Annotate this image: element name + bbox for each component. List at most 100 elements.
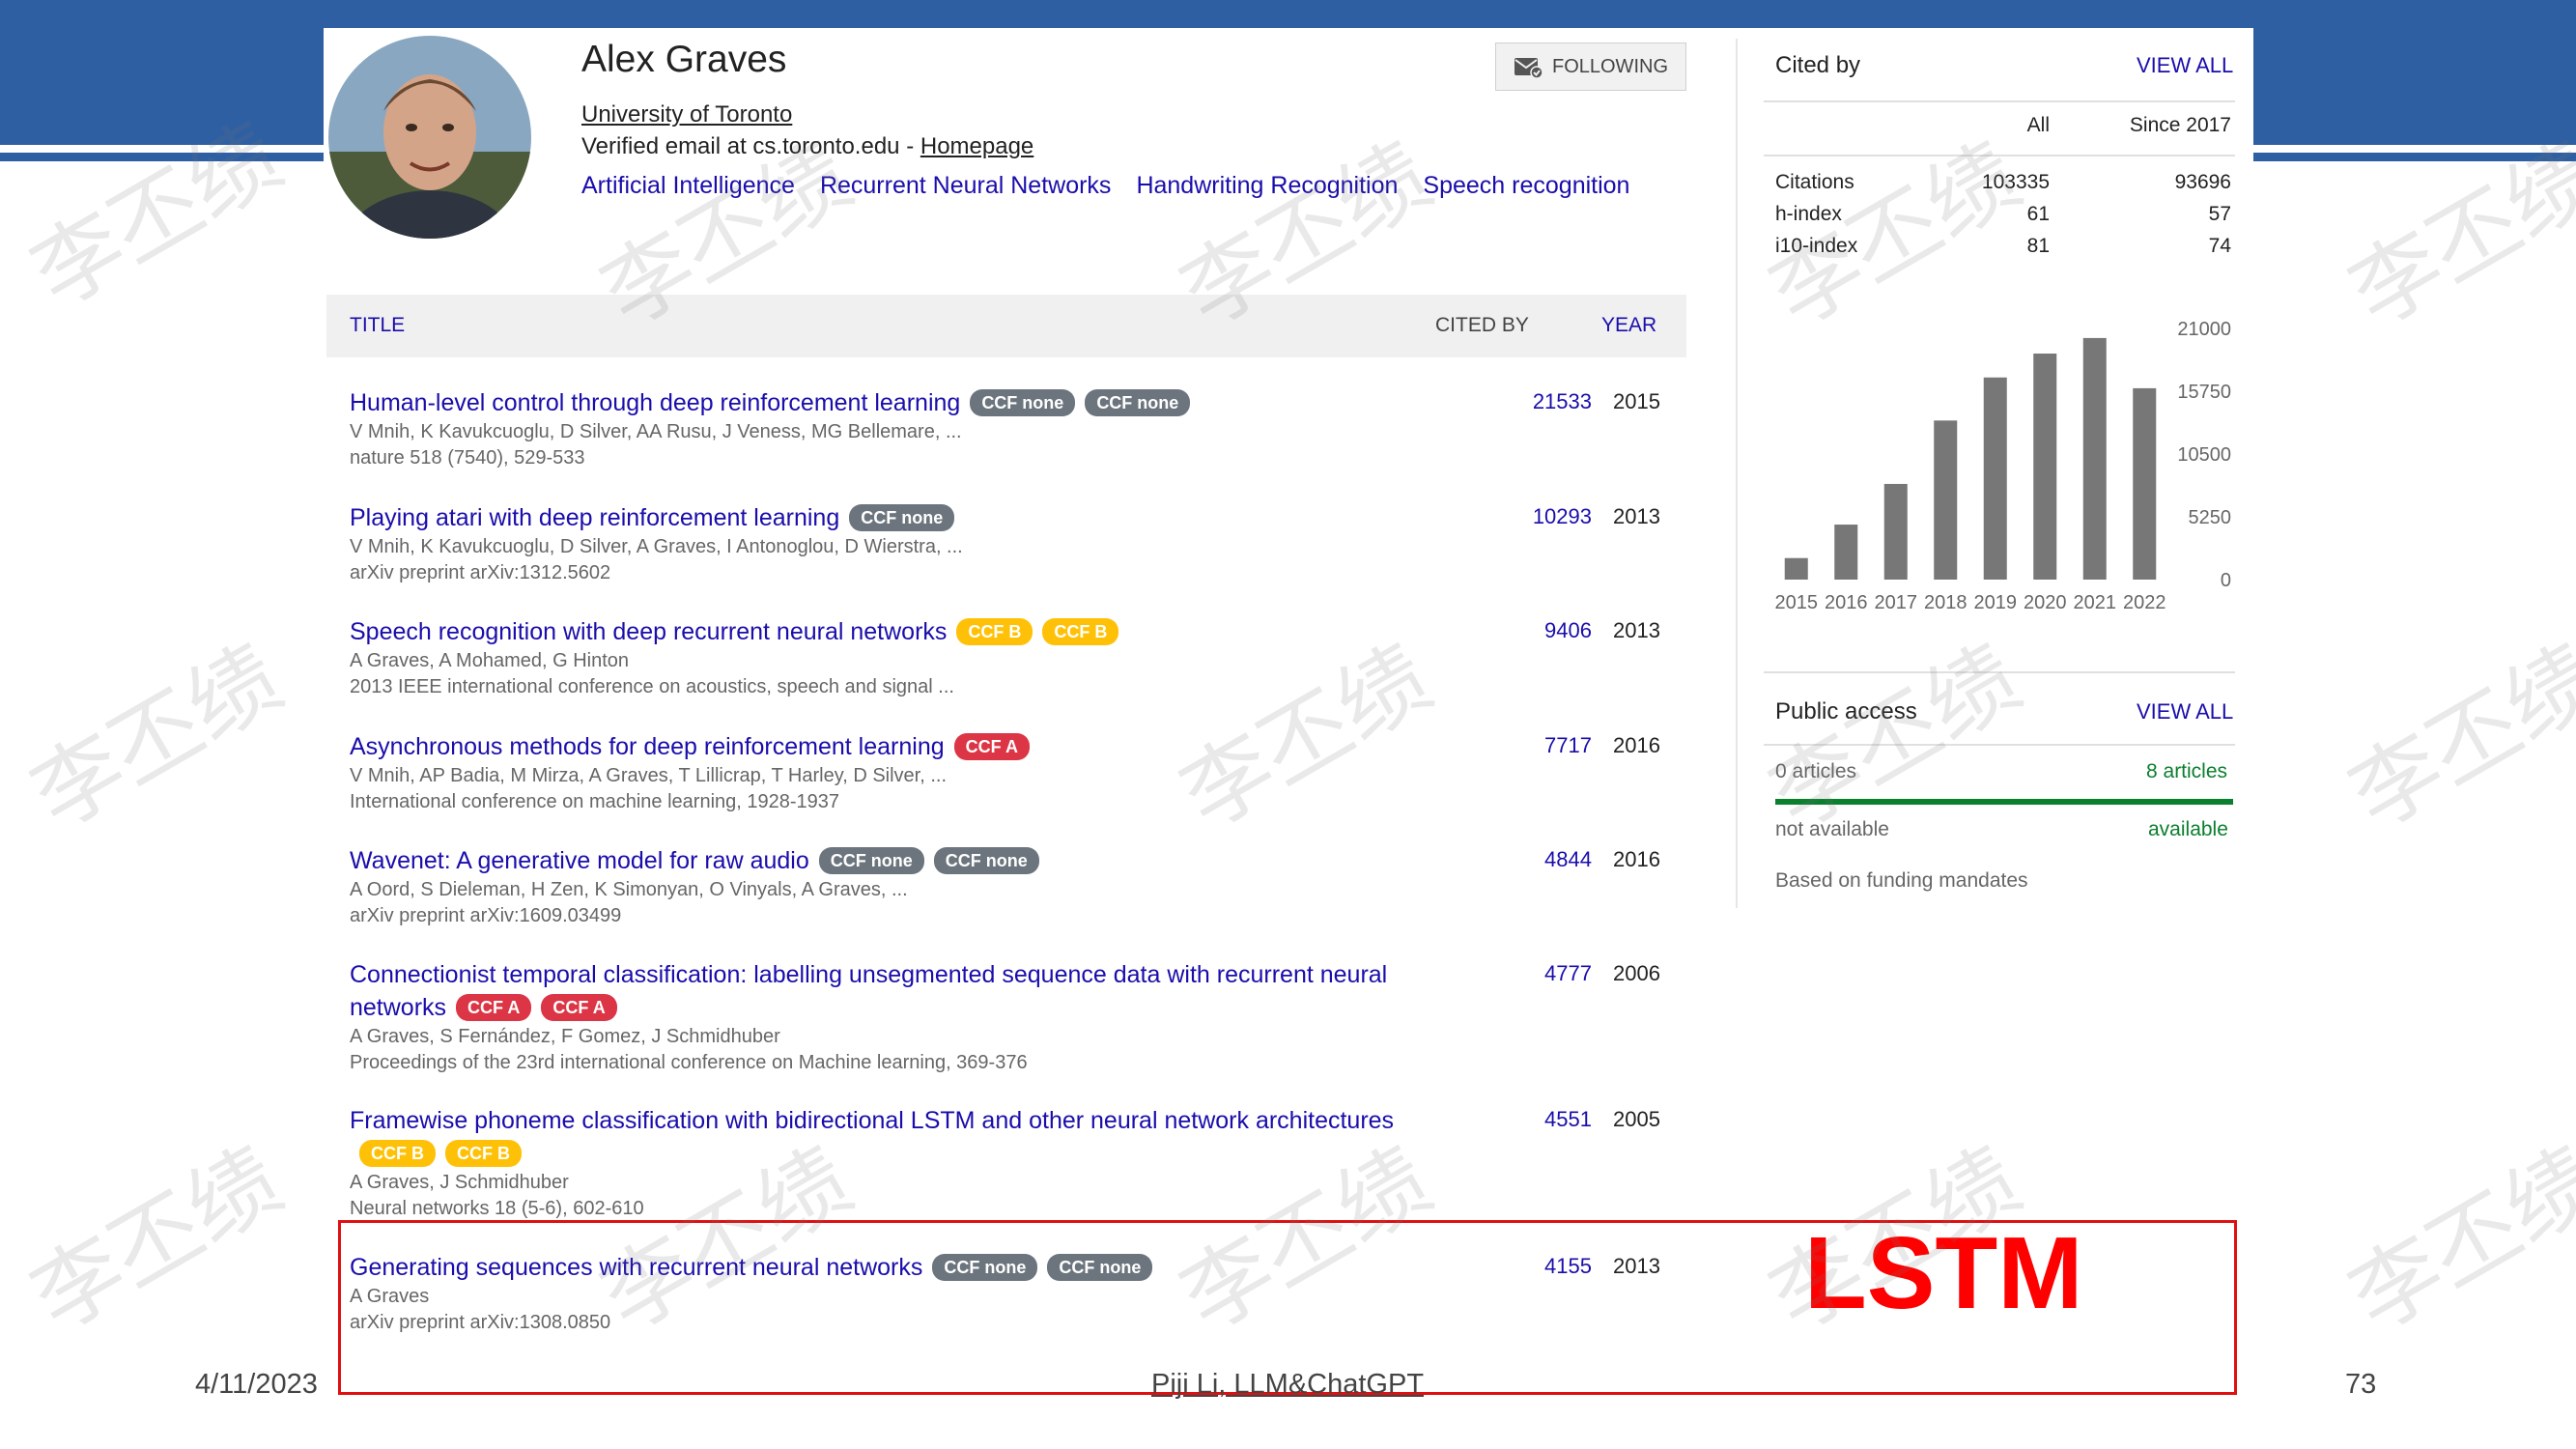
not-available-count[interactable]: 0 articles [1775,760,1856,783]
available-count[interactable]: 8 articles [2146,760,2227,783]
slide-page-number: 73 [2345,1369,2377,1400]
publication-row: Connectionist temporal classification: l… [350,958,1683,1076]
paper-year: 2015 [1613,389,1660,413]
not-available-label: not available [1775,818,1889,840]
h-index-all: 61 [2026,203,2050,225]
paper-title-link[interactable]: Framewise phoneme classification with bi… [350,1107,1394,1134]
chart-bar[interactable] [1883,483,1908,580]
ccf-badge: CCF B [1042,618,1119,645]
ccf-badge: CCF none [933,847,1039,874]
ccf-badge: CCF none [1085,389,1191,416]
chart-y-tick-label: 21000 [2177,319,2231,340]
cited-by-title: Cited by [1775,52,1861,78]
cited-by-separator [1764,155,2235,156]
paper-year: 2013 [1613,618,1660,642]
chart-x-tick-label: 2017 [1875,592,1918,613]
slide-date: 4/11/2023 [195,1369,318,1400]
sort-title-header[interactable]: TITLE [350,314,405,337]
paper-title-link[interactable]: Playing atari with deep reinforcement le… [350,504,839,531]
cited-by-header[interactable]: CITED BY [1435,314,1529,337]
citations-label: Citations [1775,171,1854,193]
cited-count-link[interactable]: 4777 [1474,961,1592,986]
paper-authors: A Graves, A Mohamed, G Hinton [350,650,630,671]
chart-bar[interactable] [1934,420,1958,580]
paper-year: 2013 [1613,504,1660,528]
public-access-view-all-link[interactable]: VIEW ALL [2137,699,2233,724]
h-index-label: h-index [1775,203,1842,225]
watermark: 李丕绩 [14,626,298,849]
public-access-separator [1764,744,2235,746]
i10-index-since: 74 [2208,235,2231,257]
paper-title-link[interactable]: Asynchronous methods for deep reinforcem… [350,733,945,760]
chart-bar[interactable] [2033,354,2057,580]
col-since-header: Since 2017 [2129,114,2231,136]
interest-link[interactable]: Recurrent Neural Networks [820,172,1112,200]
citations-all: 103335 [1981,171,2050,193]
cited-count-link[interactable]: 4551 [1474,1107,1592,1132]
chart-y-tick-label: 5250 [2189,507,2232,528]
publication-row: Human-level control through deep reinfor… [350,386,1683,471]
publication-row: Playing atari with deep reinforcement le… [350,501,1683,586]
h-index-since: 57 [2208,203,2231,225]
cited-count-link[interactable]: 21533 [1474,389,1592,414]
chart-x-tick-label: 2019 [1974,592,2018,613]
paper-year: 2016 [1613,733,1660,757]
paper-title-link[interactable]: Wavenet: A generative model for raw audi… [350,847,809,874]
paper-authors: A Oord, S Dieleman, H Zen, K Simonyan, O… [350,879,908,900]
citations-per-year-chart: 2015 2016 2017 2018 2019 2020 2021 2022 21000 157… [1775,319,2232,613]
chart-y-tick-label: 15750 [2177,382,2231,403]
chart-bar[interactable] [2133,387,2157,580]
ccf-badge: CCF B [359,1140,436,1167]
chart-bar[interactable] [2082,337,2107,580]
chart-y-tick-label: 0 [2221,570,2231,591]
ccf-badge: CCF A [456,994,532,1021]
chart-x-tick-label: 2015 [1775,592,1819,613]
paper-venue: International conference on machine lear… [350,791,840,812]
chart-bar[interactable] [1784,557,1808,580]
chart-x-tick-label: 2018 [1924,592,1967,613]
profile-affiliation-link[interactable]: University of Toronto [581,101,792,128]
i10-index-all: 81 [2026,235,2050,257]
paper-venue: arXiv preprint arXiv:1609.03499 [350,905,622,926]
homepage-link[interactable]: Homepage [920,133,1033,159]
cited-count-link[interactable]: 4844 [1474,847,1592,872]
cited-count-link[interactable]: 7717 [1474,733,1592,758]
cited-count-link[interactable]: 10293 [1474,504,1592,529]
paper-venue: Proceedings of the 23rd international co… [350,1052,1028,1073]
sidebar-divider [1736,39,1738,908]
cited-count-link[interactable]: 9406 [1474,618,1592,643]
ccf-badge: CCF B [445,1140,522,1167]
paper-authors: A Graves, J Schmidhuber [350,1172,569,1193]
email-text: Verified email at cs.toronto.edu - [581,133,920,159]
following-button[interactable]: FOLLOWING [1495,43,1686,91]
chart-x-tick-label: 2021 [2074,592,2117,613]
chart-bar[interactable] [1983,377,2007,580]
publication-row: Speech recognition with deep recurrent n… [350,615,1683,700]
paper-year: 2005 [1613,1107,1660,1131]
public-access-top-separator [1764,671,2235,673]
cited-by-separator [1764,100,2235,102]
interest-link[interactable]: Speech recognition [1423,172,1629,200]
profile-email: Verified email at cs.toronto.edu - Homep… [581,133,1033,160]
paper-venue: arXiv preprint arXiv:1312.5602 [350,562,611,583]
paper-title-link[interactable]: Human-level control through deep reinfor… [350,389,960,416]
lstm-annotation: LSTM [1804,1216,2083,1330]
chart-bar[interactable] [1834,525,1858,580]
interest-link[interactable]: Handwriting Recognition [1136,172,1398,200]
citations-since: 93696 [2174,171,2231,193]
cited-by-view-all-link[interactable]: VIEW ALL [2137,53,2233,78]
paper-authors: V Mnih, K Kavukcuoglu, D Silver, A Grave… [350,536,963,557]
interest-link[interactable]: Artificial Intelligence [581,172,795,200]
public-access-bar [1775,799,2233,805]
research-interests: Artificial Intelligence Recurrent Neural… [581,172,1629,200]
publications-header: TITLE CITED BY YEAR [326,295,1686,357]
ccf-badge: CCF A [541,994,617,1021]
paper-title-link[interactable]: Speech recognition with deep recurrent n… [350,618,947,645]
paper-venue: Neural networks 18 (5-6), 602-610 [350,1198,644,1219]
chart-x-tick-label: 2022 [2123,592,2166,613]
publication-row: Asynchronous methods for deep reinforcem… [350,730,1683,815]
sort-year-header[interactable]: YEAR [1601,314,1656,337]
paper-year: 2006 [1613,961,1660,985]
funding-mandates-note: Based on funding mandates [1775,869,2028,892]
paper-venue: nature 518 (7540), 529-533 [350,447,585,469]
